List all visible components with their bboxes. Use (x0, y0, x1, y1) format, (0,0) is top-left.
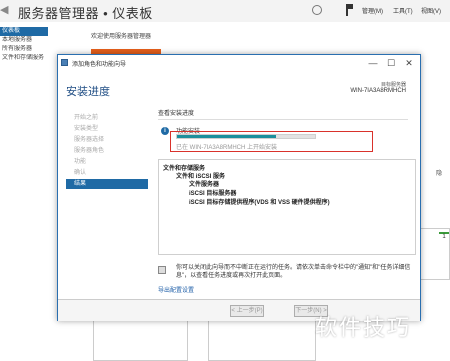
wizard-titlebar[interactable]: 添加角色和功能向导 — ☐ ✕ (58, 55, 420, 71)
menu-view[interactable]: 视图(V) (421, 6, 441, 15)
target-server-value: WIN-7IA3A8RMHCH (350, 88, 406, 94)
back-arrow-icon[interactable]: ◀ (0, 3, 8, 16)
task-notification-icon (158, 266, 166, 274)
sidebar-item-local-server[interactable]: 本地服务器 (0, 36, 48, 45)
wizard-header: 安装进度 目标服务器 WIN-7IA3A8RMHCH (58, 71, 420, 104)
welcome-heading: 欢迎使用服务器管理器 (91, 34, 152, 40)
menu-tools[interactable]: 工具(T) (393, 6, 413, 15)
wizard-title: 添加角色和功能向导 (72, 62, 127, 68)
sidebar-item-dashboard[interactable]: 仪表板 (0, 27, 48, 36)
add-roles-wizard-dialog: 添加角色和功能向导 — ☐ ✕ 安装进度 目标服务器 WIN-7IA3A8RMH… (57, 54, 421, 321)
result-item: iSCSI 目标存储提供程序(VDS 和 VSS 硬件提供程序) (189, 200, 330, 206)
target-server-label: 目标服务器 (380, 82, 406, 88)
server-manager-app-icon (61, 59, 68, 66)
result-item: 文件服务器 (189, 182, 220, 188)
step-server-selection: 服务器选择 (74, 137, 105, 143)
highlight-annotation-box (170, 131, 373, 152)
result-item: iSCSI 目标服务器 (189, 191, 237, 197)
info-icon: i (161, 127, 169, 135)
page-title: 安装进度 (66, 86, 110, 98)
export-configuration-link[interactable]: 导出配置设置 (158, 285, 194, 294)
step-features: 功能 (74, 159, 87, 165)
wizard-main-panel: 查看安装进度 i 功能安装 已在 WIN-7IA3A8RMHCH 上开始安装 文… (158, 104, 420, 295)
server-manager-title: 服务器管理器 • 仪表板 (18, 6, 153, 21)
server-manager-sidebar: 仪表板 本地服务器 所有服务器 文件和存储服务 (0, 27, 48, 361)
step-before-you-begin: 开始之前 (74, 115, 99, 121)
sidebar-item-all-servers[interactable]: 所有服务器 (0, 45, 48, 54)
menu-manage[interactable]: 管理(M) (362, 6, 383, 15)
refresh-icon[interactable] (312, 5, 322, 15)
close-wizard-note: 你可以关闭此向导而不中断正在运行的任务。请依次单击命令栏中的"通知"和"任务详细… (176, 265, 411, 279)
step-installation-type: 安装类型 (74, 126, 99, 132)
close-button[interactable]: ✕ (400, 57, 418, 69)
minimize-button[interactable]: — (364, 57, 382, 69)
step-server-roles: 服务器角色 (74, 148, 105, 154)
dashboard-tab-partial[interactable]: 隐 (436, 168, 442, 177)
wizard-steps: 开始之前 安装类型 服务器选择 服务器角色 功能 确认 结果 (58, 104, 148, 295)
server-manager-header: ◀ 服务器管理器 • 仪表板 管理(M) 工具(T) 视图(V) (0, 0, 450, 22)
step-confirmation: 确认 (74, 170, 87, 176)
view-progress-title: 查看安装进度 (158, 108, 408, 120)
step-results[interactable]: 结果 (66, 179, 148, 189)
watermark-text: 软件技巧 (315, 316, 412, 341)
status-count-badge: 1 (439, 232, 449, 240)
sidebar-item-file-storage[interactable]: 文件和存储服务 (0, 54, 48, 63)
results-list: 文件和存储服务 文件和 iSCSI 服务 文件服务器 iSCSI 目标服务器 i… (158, 159, 416, 255)
maximize-button[interactable]: ☐ (382, 57, 400, 69)
previous-button[interactable]: < 上一步(P) (230, 305, 264, 317)
notifications-flag-icon[interactable] (346, 4, 353, 16)
